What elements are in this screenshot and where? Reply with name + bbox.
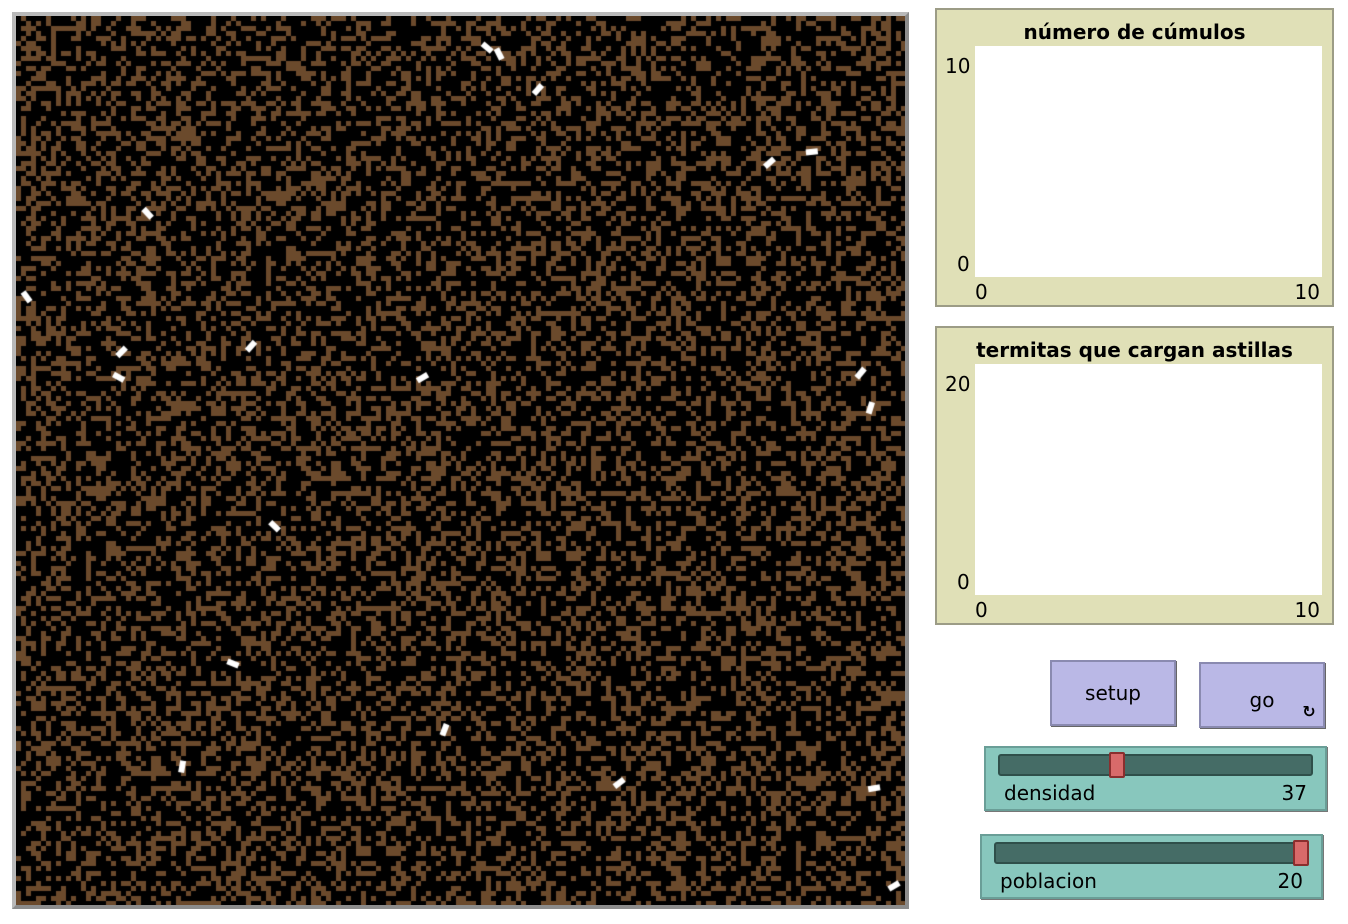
slider-track[interactable] — [998, 754, 1313, 776]
plot-y-min: 0 — [957, 570, 970, 594]
plot-x-min: 0 — [975, 280, 988, 304]
go-button[interactable]: go ↻ — [1199, 662, 1325, 728]
poblacion-slider[interactable]: poblacion 20 — [980, 834, 1323, 899]
forever-arrows-icon: ↻ — [1302, 702, 1316, 721]
slider-track[interactable] — [994, 842, 1309, 864]
plot-y-min: 0 — [957, 252, 970, 276]
setup-button[interactable]: setup — [1050, 660, 1176, 726]
plot-x-max: 10 — [1294, 598, 1320, 622]
plot-x-max: 10 — [1294, 280, 1320, 304]
plot-x-min: 0 — [975, 598, 988, 622]
plot-termitas-astillas: termitas que cargan astillas 20 0 0 10 — [935, 326, 1334, 625]
plot-title: número de cúmulos — [1023, 20, 1246, 44]
plot-title: termitas que cargan astillas — [976, 338, 1293, 362]
slider-label: densidad — [1004, 781, 1096, 805]
plot-y-max: 10 — [945, 54, 971, 78]
plot-area — [975, 46, 1322, 277]
slider-value: 20 — [1277, 869, 1303, 893]
world-canvas[interactable] — [16, 16, 905, 905]
plot-numero-cumulos: número de cúmulos 10 0 0 10 — [935, 8, 1334, 307]
slider-thumb[interactable] — [1293, 840, 1309, 866]
densidad-slider[interactable]: densidad 37 — [984, 746, 1327, 811]
slider-value: 37 — [1281, 781, 1307, 805]
slider-label: poblacion — [1000, 869, 1097, 893]
slider-thumb[interactable] — [1108, 752, 1125, 778]
plot-y-max: 20 — [945, 372, 971, 396]
world-view[interactable] — [12, 12, 909, 909]
go-button-label: go — [1249, 688, 1275, 712]
plot-area — [975, 364, 1322, 595]
